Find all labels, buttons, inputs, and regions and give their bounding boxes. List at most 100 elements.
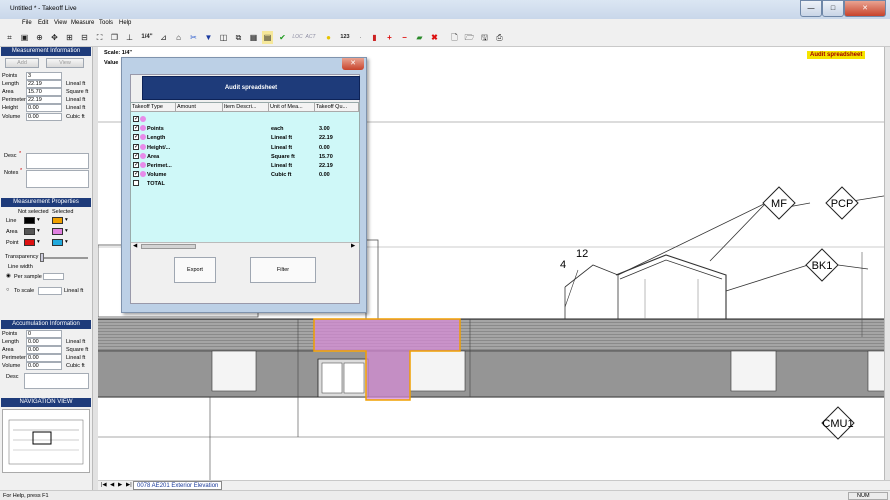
acc-value[interactable]: 0.00 (26, 354, 62, 362)
menu-measure[interactable]: Measure (71, 20, 94, 26)
canvas-vscrollbar[interactable] (884, 47, 890, 480)
layout-icon[interactable]: ▦ (248, 31, 259, 44)
area-selected-color-swatch[interactable] (52, 228, 63, 235)
mi-value[interactable]: 15.70 (26, 88, 62, 96)
mi-value[interactable]: 0.00 (26, 104, 62, 112)
first-sheet-icon[interactable]: |◀ (101, 482, 107, 488)
row-checkbox[interactable]: ✓ (133, 125, 139, 132)
loc-button[interactable]: LOC (292, 31, 303, 44)
fit-icon[interactable]: ⛶ (94, 31, 105, 44)
act-button[interactable]: ACT (305, 31, 316, 44)
line-color-swatch[interactable] (24, 217, 35, 224)
count-button[interactable]: 123 (338, 31, 352, 44)
delete-icon[interactable]: ✖ (429, 31, 440, 44)
add-button[interactable]: Add (5, 58, 39, 68)
last-sheet-icon[interactable]: ▶| (126, 482, 132, 488)
select-tool-icon[interactable]: ⌗ (4, 31, 15, 44)
grid-row[interactable]: ✓ (131, 115, 359, 124)
grid-column-header[interactable]: Takeoff Type (131, 103, 176, 112)
per-sample-radio[interactable]: ◉ (6, 273, 11, 279)
menu-file[interactable]: File (22, 20, 32, 26)
menu-help[interactable]: Help (119, 20, 131, 26)
cut-icon[interactable]: ✂ (188, 31, 199, 44)
prev-sheet-icon[interactable]: ◀ (110, 482, 114, 488)
pan-icon[interactable]: ✥ (49, 31, 60, 44)
transparency-thumb[interactable] (40, 253, 44, 262)
grid-column-header[interactable]: Unit of Mea... (269, 103, 315, 112)
new-file-icon[interactable]: 🗋 (449, 31, 460, 44)
scale-button[interactable]: 1/4" (139, 31, 155, 44)
acc-value[interactable]: 0.00 (26, 346, 62, 354)
minimize-button[interactable]: — (800, 0, 822, 17)
measure-tool-icon[interactable]: ⊥ (124, 31, 135, 44)
sum-icon[interactable]: ▰ (414, 31, 425, 44)
transparency-slider[interactable] (40, 257, 88, 259)
notes-field[interactable] (26, 170, 89, 188)
grid-column-header[interactable]: Item Descri... (223, 103, 269, 112)
row-checkbox[interactable]: ✓ (133, 143, 139, 150)
mi-value[interactable]: 0.00 (26, 113, 62, 121)
point-selected-color-swatch[interactable] (52, 239, 63, 246)
point-color-swatch[interactable] (24, 239, 35, 246)
open-file-icon[interactable]: 🗁 (464, 31, 475, 44)
next-sheet-icon[interactable]: ▶ (118, 482, 122, 488)
view-button[interactable]: View (46, 58, 84, 68)
count-mode-icon[interactable]: · (355, 31, 366, 44)
audit-spreadsheet-badge[interactable]: Audit spreadsheet (807, 51, 866, 59)
grid-column-header[interactable]: Amount (176, 103, 223, 112)
ruler-icon[interactable]: ⊿ (158, 31, 169, 44)
row-checkbox[interactable]: ✓ (133, 116, 139, 122)
grid-hscrollbar[interactable]: ◀ ▶ (131, 242, 359, 250)
grid-row[interactable]: TOTAL (131, 179, 359, 188)
grid-row[interactable]: ✓ Perimet... Lineal ft 22.19 (131, 161, 359, 170)
mi-value[interactable]: 22.19 (26, 80, 62, 88)
print-icon[interactable]: ⎙ (494, 31, 505, 44)
row-checkbox[interactable]: ✓ (133, 162, 139, 168)
to-scale-radio[interactable]: ○ (6, 287, 9, 293)
line-width-select[interactable] (43, 273, 64, 280)
navigation-view-thumbnail[interactable] (2, 409, 90, 473)
grid-column-header[interactable]: Takeoff Qu... (315, 103, 359, 112)
checkmark-icon[interactable]: ✔ (277, 31, 288, 44)
add-icon[interactable]: + (384, 31, 395, 44)
grid-hscroll-thumb[interactable] (141, 244, 196, 249)
area-color-swatch[interactable] (24, 228, 35, 235)
grid-row[interactable]: ✓ Area Square ft 15.70 (131, 152, 359, 161)
row-checkbox[interactable] (133, 180, 139, 187)
export-button[interactable]: Export (174, 257, 216, 283)
row-checkbox[interactable]: ✓ (133, 134, 139, 141)
lightbulb-icon[interactable]: ● (323, 31, 334, 44)
pages-icon[interactable]: ❐ (109, 31, 120, 44)
remove-icon[interactable]: − (399, 31, 410, 44)
pin-icon[interactable]: ▼ (203, 31, 214, 44)
accumulation-desc-field[interactable] (24, 373, 89, 389)
mi-value[interactable]: 3 (26, 72, 62, 80)
row-checkbox[interactable]: ✓ (133, 171, 139, 178)
house-icon[interactable]: ⌂ (173, 31, 184, 44)
desc-field[interactable] (26, 153, 89, 169)
line-selected-color-swatch[interactable] (52, 217, 63, 224)
menu-edit[interactable]: Edit (38, 20, 48, 26)
mi-value[interactable]: 22.19 (26, 96, 62, 104)
zoom-out-icon[interactable]: ⊟ (79, 31, 90, 44)
copy-icon[interactable]: ⧉ (233, 31, 244, 44)
grid-row[interactable]: ✓ Points each 3.00 (131, 124, 359, 133)
acc-value[interactable]: 0.00 (26, 338, 62, 346)
maximize-button[interactable]: □ (822, 0, 844, 17)
acc-value[interactable]: 0.00 (26, 362, 62, 370)
menu-tools[interactable]: Tools (99, 20, 113, 26)
menu-view[interactable]: View (54, 20, 67, 26)
dialog-close-button[interactable]: ✕ (342, 58, 364, 70)
zoom-icon[interactable]: ⊕ (34, 31, 45, 44)
save-icon[interactable]: 🖫 (479, 31, 490, 44)
eraser-icon[interactable]: ◫ (218, 31, 229, 44)
grid-row[interactable]: ✓ Height/... Lineal ft 0.00 (131, 143, 359, 152)
grid-row[interactable]: ✓ Volume Cubic ft 0.00 (131, 170, 359, 179)
row-checkbox[interactable]: ✓ (133, 152, 139, 159)
filter-button[interactable]: Filter (250, 257, 316, 283)
close-button[interactable]: ✕ (844, 0, 886, 17)
grid-row[interactable]: ✓ Length Lineal ft 22.19 (131, 133, 359, 142)
open-drawing-icon[interactable]: ▣ (19, 31, 30, 44)
to-scale-field[interactable] (38, 287, 62, 295)
acc-value[interactable]: 0 (26, 330, 62, 338)
